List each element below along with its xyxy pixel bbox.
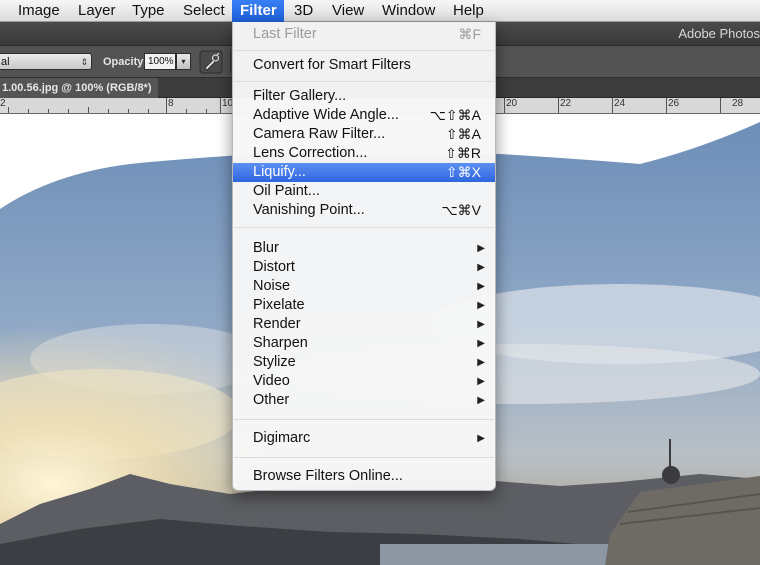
ruler-tick xyxy=(28,109,29,113)
submenu-arrow-icon: ▶ xyxy=(477,262,485,273)
ruler-tick xyxy=(720,98,721,113)
menu-item-adaptive-wide-angle[interactable]: Adaptive Wide Angle... ⌥⇧⌘A xyxy=(233,106,495,125)
menu-separator xyxy=(234,227,494,228)
menu-image[interactable]: Image xyxy=(10,0,68,22)
ruler-tick xyxy=(558,98,559,113)
menu-item-liquify[interactable]: Liquify... ⇧⌘X xyxy=(233,163,495,182)
blend-mode-value: al xyxy=(1,56,10,68)
submenu-arrow-icon: ▶ xyxy=(477,395,485,406)
menu-item-noise[interactable]: Noise ▶ xyxy=(233,277,495,296)
menu-item-sharpen[interactable]: Sharpen ▶ xyxy=(233,334,495,353)
ruler-tick xyxy=(666,98,667,113)
menu-item-filter-gallery[interactable]: Filter Gallery... xyxy=(233,87,495,106)
ruler-label: 2 xyxy=(0,98,6,109)
ruler-tick xyxy=(68,109,69,113)
menu-separator xyxy=(234,50,494,51)
app-title: Adobe Photos xyxy=(678,26,760,41)
ruler-tick xyxy=(166,98,167,113)
menu-item-vanishing-point[interactable]: Vanishing Point... ⌥⌘V xyxy=(233,201,495,220)
menu-bar: Image Layer Type Select Filter 3D View W… xyxy=(0,0,760,22)
menu-3d[interactable]: 3D xyxy=(286,0,321,22)
ruler-tick xyxy=(220,98,221,113)
opacity-dropdown-button[interactable]: ▾ xyxy=(176,53,191,70)
opacity-label: Opacity: xyxy=(103,56,148,68)
submenu-arrow-icon: ▶ xyxy=(477,300,485,311)
filter-menu: Last Filter ⌘F Convert for Smart Filters… xyxy=(232,22,496,491)
options-divider xyxy=(230,51,231,73)
submenu-arrow-icon: ▶ xyxy=(477,376,485,387)
menu-item-pixelate[interactable]: Pixelate ▶ xyxy=(233,296,495,315)
blend-mode-select[interactable]: al ⇕ xyxy=(0,53,92,70)
menu-item-oil-paint[interactable]: Oil Paint... xyxy=(233,182,495,201)
menu-filter[interactable]: Filter xyxy=(232,0,284,22)
ruler-tick xyxy=(206,109,207,113)
submenu-arrow-icon: ▶ xyxy=(477,281,485,292)
submenu-arrow-icon: ▶ xyxy=(477,319,485,330)
ruler-label: 24 xyxy=(614,98,626,109)
menu-select[interactable]: Select xyxy=(175,0,233,22)
ruler-tick xyxy=(186,109,187,113)
menu-item-other[interactable]: Other ▶ xyxy=(233,391,495,410)
menu-window[interactable]: Window xyxy=(374,0,443,22)
menu-item-blur[interactable]: Blur ▶ xyxy=(233,239,495,258)
ruler-tick xyxy=(88,107,89,113)
ruler-tick xyxy=(504,98,505,113)
menu-item-distort[interactable]: Distort ▶ xyxy=(233,258,495,277)
ruler-tick xyxy=(612,98,613,113)
submenu-arrow-icon: ▶ xyxy=(477,357,485,368)
menu-separator xyxy=(234,81,494,82)
menu-item-stylize[interactable]: Stylize ▶ xyxy=(233,353,495,372)
ruler-label: 28 xyxy=(732,98,744,109)
menu-item-render[interactable]: Render ▶ xyxy=(233,315,495,334)
ruler-tick xyxy=(48,109,49,113)
ruler-tick xyxy=(108,109,109,113)
airbrush-icon[interactable] xyxy=(199,50,223,74)
menu-view[interactable]: View xyxy=(324,0,372,22)
menu-item-video[interactable]: Video ▶ xyxy=(233,372,495,391)
document-tab[interactable]: 1.00.56.jpg @ 100% (RGB/8*) xyxy=(0,78,158,98)
menu-item-last-filter[interactable]: Last Filter ⌘F xyxy=(233,25,495,44)
menu-type[interactable]: Type xyxy=(124,0,173,22)
menu-help[interactable]: Help xyxy=(445,0,492,22)
menu-separator xyxy=(234,457,494,458)
menu-item-digimarc[interactable]: Digimarc ▶ xyxy=(233,429,495,448)
menu-item-camera-raw-filter[interactable]: Camera Raw Filter... ⇧⌘A xyxy=(233,125,495,144)
menu-item-convert-smart-filters[interactable]: Convert for Smart Filters xyxy=(233,56,495,75)
spinner-arrows-icon: ⇕ xyxy=(80,57,88,67)
menu-separator xyxy=(234,419,494,420)
menu-item-browse-filters-online[interactable]: Browse Filters Online... xyxy=(233,467,495,486)
ruler-label: 26 xyxy=(668,98,680,109)
ruler-tick xyxy=(128,109,129,113)
menu-layer[interactable]: Layer xyxy=(70,0,124,22)
opacity-input[interactable]: 100% xyxy=(144,53,176,70)
ruler-label: 22 xyxy=(560,98,572,109)
menu-item-lens-correction[interactable]: Lens Correction... ⇧⌘R xyxy=(233,144,495,163)
submenu-arrow-icon: ▶ xyxy=(477,433,485,444)
ruler-label: 8 xyxy=(168,98,174,109)
ruler-tick xyxy=(148,109,149,113)
ruler-label: 20 xyxy=(506,98,518,109)
ruler-tick xyxy=(8,107,9,113)
submenu-arrow-icon: ▶ xyxy=(477,338,485,349)
submenu-arrow-icon: ▶ xyxy=(477,243,485,254)
